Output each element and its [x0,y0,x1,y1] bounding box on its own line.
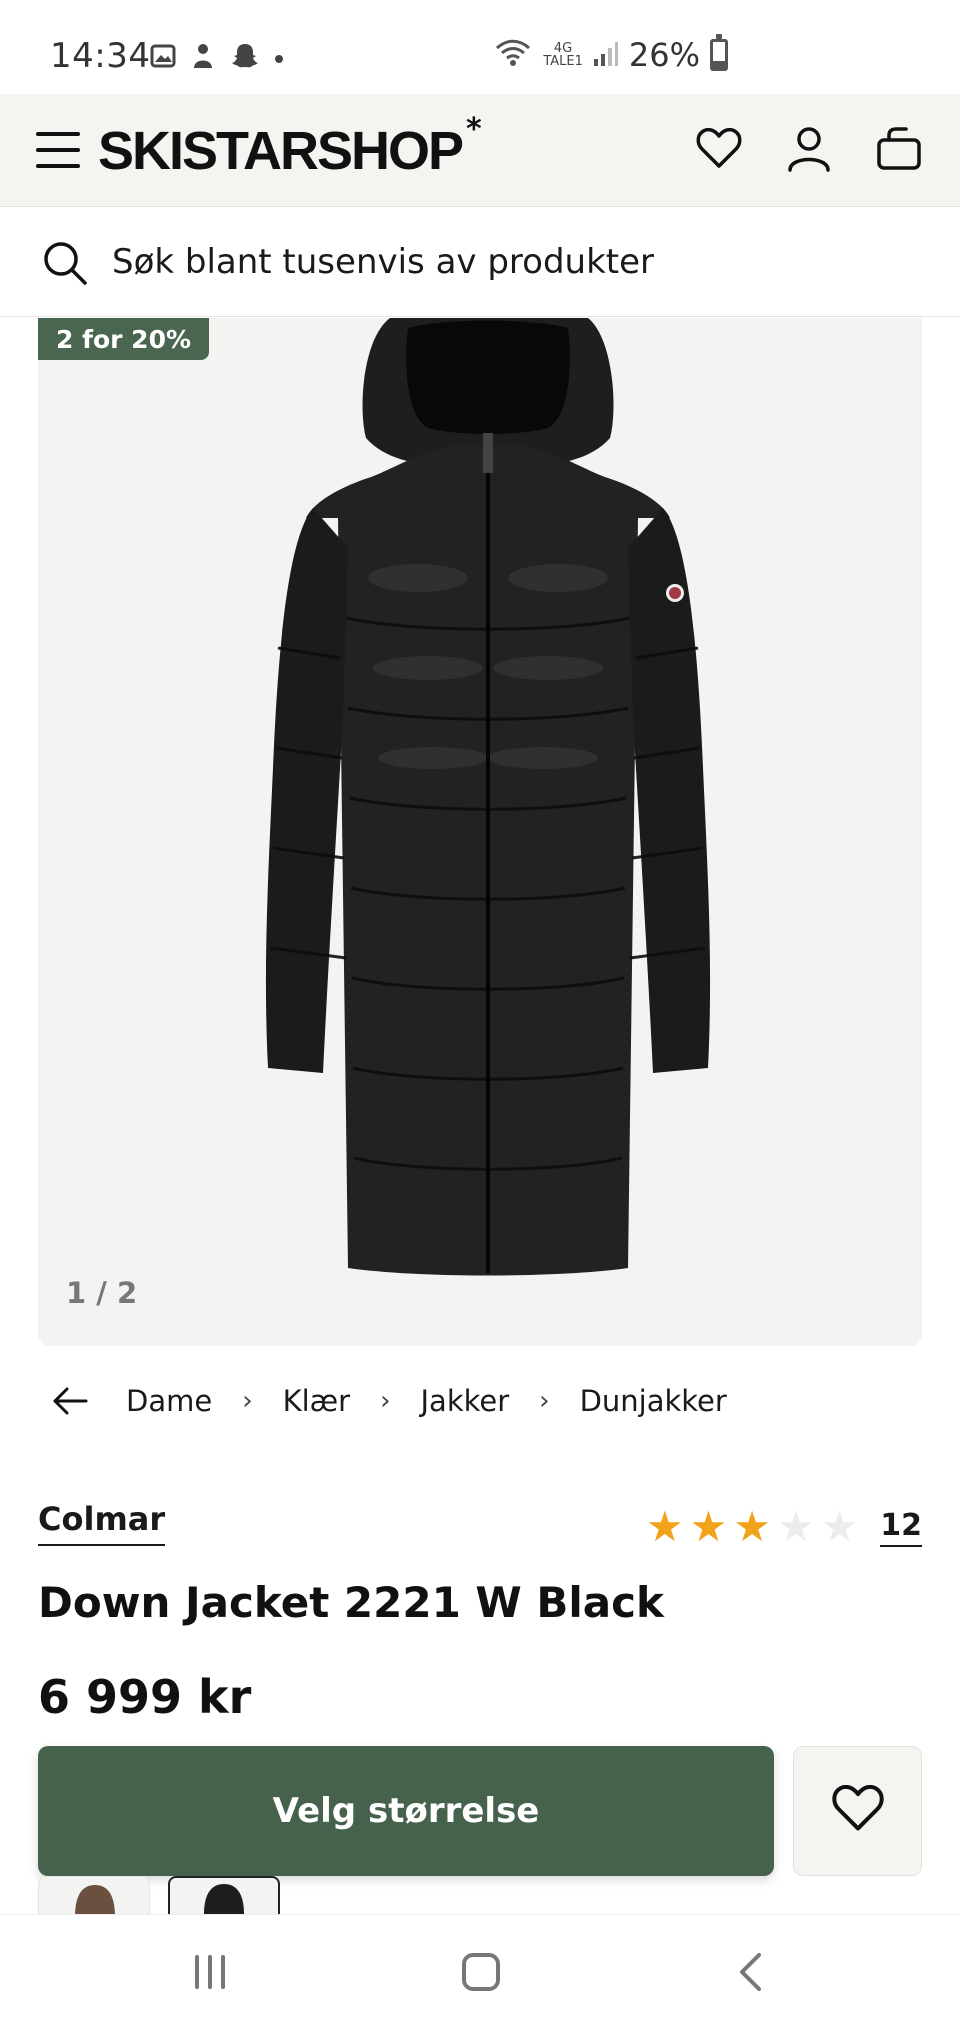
system-nav-bar [0,1914,960,2027]
image-counter: 1 / 2 [66,1276,138,1310]
breadcrumb-item-dame[interactable]: Dame [126,1384,212,1418]
breadcrumb-item-jakker[interactable]: Jakker [421,1384,510,1418]
cart-icon[interactable] [874,124,924,174]
account-icon[interactable] [784,124,834,174]
review-count-link[interactable]: 12 [880,1508,922,1547]
battery-icon [710,34,728,71]
star-icon: ★ [689,1502,728,1551]
star-icon: ★ [733,1502,771,1551]
chevron-right-icon: › [242,1386,253,1416]
dot-icon [274,49,284,68]
wifi-icon [493,38,533,72]
search-input[interactable] [112,239,912,285]
network-type-label: 4G TALE1 [543,41,583,69]
brand-link[interactable]: Colmar [38,1500,166,1546]
snapchat-icon [230,42,260,74]
status-bar: 14:34 4G TALE1 26% [0,0,960,94]
battery-percent: 26% [628,36,700,74]
add-to-wishlist-button[interactable] [793,1746,922,1876]
search-icon[interactable] [42,240,88,290]
logo-mark: * [466,112,482,147]
site-header: SKISTARSHOP * [0,94,960,207]
recent-apps-icon[interactable] [195,1955,235,1989]
menu-icon[interactable] [36,132,80,168]
breadcrumb: Dame › Klær › Jakker › Dunjakker [52,1384,727,1418]
gallery-icon [150,43,176,73]
breadcrumb-item-dunjakker[interactable]: Dunjakker [580,1384,727,1418]
promo-badge: 2 for 20% [38,318,210,360]
app-notification-icon [190,42,216,74]
heart-icon [831,1784,885,1837]
color-variant-thumbnail-selected[interactable] [168,1876,280,1916]
heart-icon[interactable] [694,124,744,174]
star-icon: ★ [776,1502,815,1551]
search-bar [0,207,960,317]
chevron-right-icon: › [380,1386,391,1416]
product-price: 6 999 kr [38,1670,252,1724]
star-icon: ★ [645,1502,684,1551]
status-notification-icons [150,42,284,74]
product-image-carousel[interactable]: 2 for 20% 1 / 2 [38,318,922,1346]
product-title: Down Jacket 2221 W Black [38,1578,664,1627]
back-arrow-icon[interactable] [52,1387,88,1415]
color-variant-thumbnail[interactable] [38,1876,150,1916]
status-system-icons: 4G TALE1 26% [493,34,728,74]
star-icon: ★ [820,1502,859,1551]
home-icon[interactable] [462,1953,500,1991]
status-time: 14:34 [50,36,151,76]
breadcrumb-item-klaer[interactable]: Klær [283,1384,350,1418]
select-size-button[interactable]: Velg størrelse [38,1746,774,1876]
chevron-right-icon: › [539,1386,550,1416]
product-image [265,318,711,1276]
signal-icon [593,39,619,71]
back-icon[interactable] [735,1951,765,1997]
product-rating[interactable]: ★ ★ ★ ★ ★ 12 [646,1506,922,1548]
site-logo[interactable]: SKISTARSHOP [98,120,464,182]
header-actions [694,124,924,174]
